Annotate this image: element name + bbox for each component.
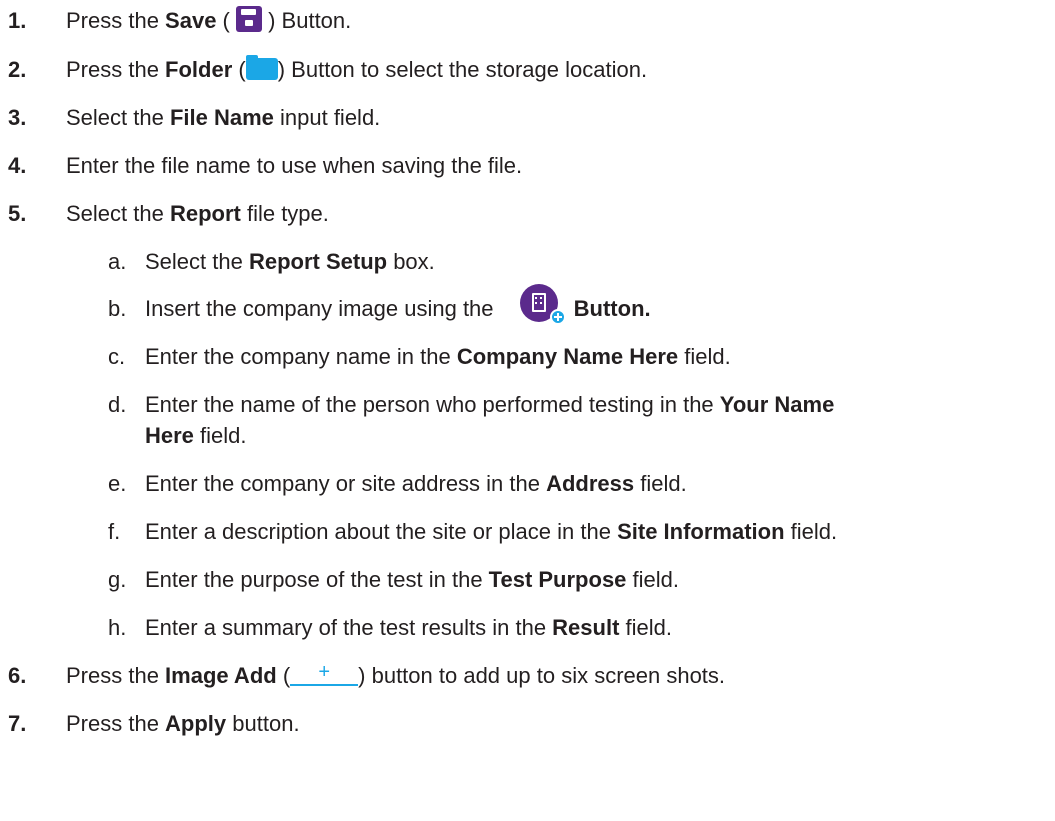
step-number: 6. <box>8 663 27 688</box>
step-text-post: input field. <box>273 105 381 130</box>
substep-letter: c. <box>108 344 126 369</box>
substep-letter: a. <box>108 249 127 274</box>
substep-text-line2: Here field. <box>145 421 247 451</box>
step-text: Select the File Name input field. <box>66 103 380 133</box>
step-text: Select the Report file type. <box>66 199 329 229</box>
step-text: Press the Folder ( ) Button to select the… <box>66 55 647 85</box>
step-number: 3. <box>8 105 27 130</box>
substep-bold-label: Result <box>552 615 620 640</box>
substep-text-pre: Enter a summary of the test results in t… <box>145 615 553 640</box>
step-bold-label: Apply <box>165 711 227 736</box>
folder-icon <box>245 55 278 81</box>
step-text: Enter the file name to use when saving t… <box>66 153 523 178</box>
substep-letter: h. <box>108 615 127 640</box>
substep-text-pre: Enter the purpose of the test in the <box>145 567 489 592</box>
step-bold-label: Report <box>169 201 241 226</box>
step-text-pre: Press the <box>66 663 166 688</box>
step-text-pre: Select the <box>66 105 170 130</box>
step-text-pre: Press the <box>66 8 166 33</box>
substep-bold-label: Here <box>145 423 194 448</box>
substep-letter: d. <box>108 392 127 417</box>
step-number: 1. <box>8 8 27 33</box>
step-text: Press the Apply button. <box>66 709 300 739</box>
substep-bold-label: Address <box>546 471 635 496</box>
step-number: 2. <box>8 57 27 82</box>
substep-text: Enter the company or site address in the… <box>145 469 687 499</box>
substep-text-pre: Select the <box>145 249 249 274</box>
substep-bold-label: Site Information <box>617 519 785 544</box>
instructions-page: { "steps": [ {"num": "1.", "pre": "Press… <box>0 0 1055 821</box>
substep-text-post: field. <box>193 423 247 448</box>
substep-text-post: field. <box>784 519 838 544</box>
substep-text: Enter a summary of the test results in t… <box>145 613 672 643</box>
substep-text: Enter the company name in the Company Na… <box>145 342 731 372</box>
image-add-icon: + <box>290 662 359 687</box>
step-text-post: ) Button to select the storage location. <box>277 57 648 82</box>
step-text-pre: Press the <box>66 711 166 736</box>
step-number: 4. <box>8 153 27 178</box>
step-text-post: file type. <box>240 201 329 226</box>
substep-bold-label: Test Purpose <box>488 567 627 592</box>
substep-text-post: field. <box>678 344 731 369</box>
substep-text: Enter the name of the person who perform… <box>145 390 834 420</box>
substep-bold-label: Company Name Here <box>456 344 679 369</box>
step-bold-label: File Name <box>169 105 274 130</box>
step-text: Press the Save ( ) Button. <box>66 6 351 36</box>
step-bold-label: Folder <box>165 57 233 82</box>
substep-text-post: field. <box>634 471 687 496</box>
substep-text-pre: Enter the company or site address in the <box>145 471 547 496</box>
step-text-post: ) Button. <box>262 8 352 33</box>
step-paren-open: ( <box>232 57 246 82</box>
substep-text-pre: Insert the company image using the <box>145 296 500 321</box>
step-number: 5. <box>8 201 27 226</box>
substep-text-pre: Enter a description about the site or pl… <box>145 519 618 544</box>
step-text-pre: Select the <box>66 201 170 226</box>
step-bold-label: Save <box>165 8 217 33</box>
substep-text-post: field. <box>626 567 680 592</box>
substep-letter: b. <box>108 296 127 321</box>
substep-letter: g. <box>108 567 127 592</box>
substep-text-post: field. <box>619 615 673 640</box>
substep-text-pre: Enter the company name in the <box>145 344 457 369</box>
step-paren-open: ( <box>216 8 236 33</box>
step-bold-label: Image Add <box>165 663 277 688</box>
substep-text-post: box. <box>387 249 435 274</box>
substep-letter: e. <box>108 471 127 496</box>
substep-text: Enter a description about the site or pl… <box>145 517 837 547</box>
substep-bold-label: Report Setup <box>248 249 388 274</box>
substep-bold-label: Button. <box>573 296 651 321</box>
step-paren-open: ( <box>276 663 291 688</box>
substep-letter: f. <box>108 519 121 544</box>
substep-text: Insert the company image using the Butto… <box>145 284 651 326</box>
step-text: Press the Image Add (+) button to add up… <box>66 661 725 691</box>
substep-text: Enter the purpose of the test in the Tes… <box>145 565 679 595</box>
step-text-post: ) button to add up to six screen shots. <box>358 663 726 688</box>
substep-text: Select the Report Setup box. <box>145 247 435 277</box>
step-text-post: button. <box>226 711 300 736</box>
company-image-icon <box>519 284 566 326</box>
substep-bold-label: Your Name <box>719 392 835 417</box>
step-number: 7. <box>8 711 27 736</box>
step-text-pre: Press the <box>66 57 166 82</box>
substep-text-pre: Enter the name of the person who perform… <box>145 392 720 417</box>
save-icon <box>236 6 262 33</box>
